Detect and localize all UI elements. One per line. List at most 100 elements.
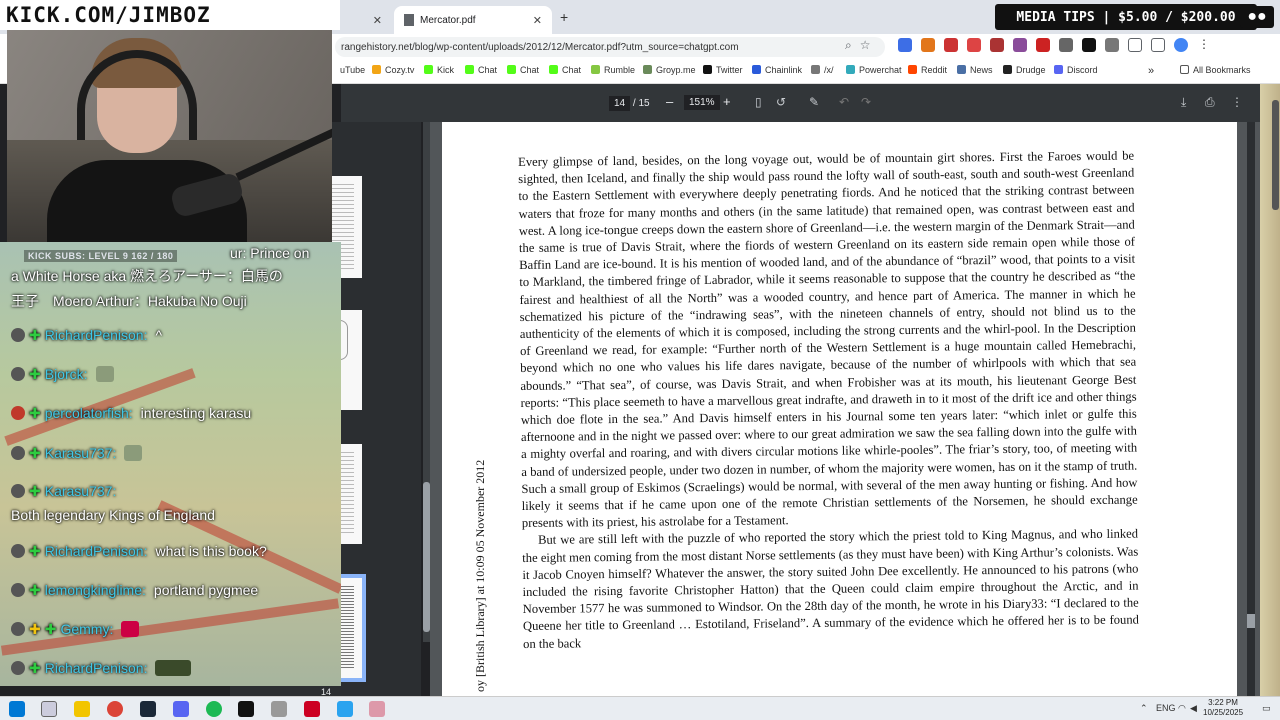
bookmark-item[interactable]: News: [957, 65, 993, 75]
chat-username[interactable]: RichardPenison:: [45, 327, 148, 343]
app-icon[interactable]: [304, 701, 320, 717]
scrollbar-thumb[interactable]: [423, 482, 430, 632]
undo-icon[interactable]: ↶: [839, 95, 849, 109]
task-view-icon[interactable]: [41, 701, 57, 717]
chrome-icon[interactable]: [107, 701, 123, 717]
chat-username[interactable]: Karasu737:: [45, 483, 117, 499]
chat-username[interactable]: Karasu737:: [45, 445, 117, 461]
bookmarks-overflow-icon[interactable]: »: [1148, 65, 1154, 77]
paragraph: Every glimpse of land, besides, on the l…: [518, 148, 1138, 531]
bookmark-item[interactable]: Chainlink: [752, 65, 802, 75]
app-icon[interactable]: [271, 701, 287, 717]
paragraph: But we are still left with the puzzle of…: [522, 526, 1139, 651]
extension-icon[interactable]: [990, 38, 1004, 52]
discord-icon[interactable]: [173, 701, 189, 717]
language-indicator[interactable]: ENG: [1156, 703, 1176, 713]
chat-username[interactable]: percolatorfish:: [45, 405, 133, 421]
extension-icon[interactable]: [898, 38, 912, 52]
pdf-viewer: oy [British Library] at 10:09 05 Novembe…: [430, 122, 1260, 696]
cozy-icon: [372, 65, 381, 74]
extension-icon[interactable]: [944, 38, 958, 52]
new-tab-button[interactable]: +: [560, 9, 568, 25]
bookmark-item[interactable]: Discord: [1054, 65, 1098, 75]
tab-title: Mercator.pdf: [420, 14, 476, 26]
bookmark-item[interactable]: Reddit: [908, 65, 947, 75]
sidepanel-icon[interactable]: [1128, 38, 1142, 52]
page-scrollbar[interactable]: [1272, 100, 1279, 210]
bookmark-item[interactable]: uTube: [340, 65, 365, 75]
steam-icon[interactable]: [140, 701, 156, 717]
puzzle-icon[interactable]: [1105, 38, 1119, 52]
pdf-page: oy [British Library] at 10:09 05 Novembe…: [442, 122, 1237, 696]
file-explorer-icon[interactable]: [74, 701, 90, 717]
address-bar[interactable]: rangehistory.net/blog/wp-content/uploads…: [335, 37, 885, 57]
chat-username[interactable]: Bjorck:: [45, 366, 88, 382]
extension-icon[interactable]: [1059, 38, 1073, 52]
volume-icon[interactable]: ◀: [1190, 703, 1197, 714]
x-extension-icon[interactable]: [1082, 38, 1096, 52]
extension-icon[interactable]: [967, 38, 981, 52]
telegram-icon[interactable]: [337, 701, 353, 717]
bookmark-item[interactable]: Cozy.tv: [372, 65, 414, 75]
bookmark-item[interactable]: Chat: [507, 65, 539, 75]
tray-chevron-icon[interactable]: ⌃: [1140, 703, 1148, 714]
menu-kebab-icon[interactable]: ⋮: [1197, 38, 1211, 52]
sub-badge-icon: ✚: [29, 483, 41, 499]
redo-icon[interactable]: ↷: [861, 95, 871, 109]
all-bookmarks-folder[interactable]: All Bookmarks: [1180, 65, 1251, 75]
zoom-icon[interactable]: ⌕: [845, 38, 852, 53]
close-tab-icon[interactable]: ✕: [533, 14, 542, 27]
terminal-icon[interactable]: [238, 701, 254, 717]
page-indicator: 14 / 15: [609, 96, 650, 111]
bookmark-item[interactable]: Chat: [465, 65, 497, 75]
system-clock[interactable]: 3:22 PM 10/25/2025: [1203, 698, 1243, 718]
download-icon[interactable]: [1151, 38, 1165, 52]
page-number-input[interactable]: 14: [609, 96, 631, 111]
sub-badge-icon: ✚: [44, 621, 57, 637]
drudge-icon: [1003, 65, 1012, 74]
annotate-icon[interactable]: ✎: [809, 95, 819, 109]
bookmark-item[interactable]: Powerchat: [846, 65, 902, 75]
zoom-level-input[interactable]: 151%: [684, 95, 720, 110]
chat-username[interactable]: RichardPenison:: [45, 660, 148, 676]
metamask-icon[interactable]: [921, 38, 935, 52]
zoom-out-button[interactable]: –: [666, 94, 673, 109]
close-tab-icon[interactable]: ✕: [373, 14, 382, 27]
chat-username[interactable]: lemongkinglime:: [45, 582, 146, 598]
chat-username[interactable]: RichardPenison:: [45, 543, 148, 559]
download-icon[interactable]: ⤓: [1181, 95, 1186, 110]
print-icon[interactable]: ⎙: [1205, 95, 1215, 110]
browser-tab-mercator[interactable]: Mercator.pdf ✕: [394, 6, 552, 34]
more-options-icon[interactable]: ⋮: [1231, 95, 1243, 109]
thumbnail-scrollbar[interactable]: [423, 122, 430, 642]
pdf-scrollbar[interactable]: [1247, 122, 1255, 696]
zoom-in-button[interactable]: +: [723, 94, 731, 109]
spotify-icon[interactable]: [206, 701, 222, 717]
profile-avatar[interactable]: [1174, 38, 1188, 52]
folder-icon: [1180, 65, 1189, 74]
extension-icon[interactable]: [1013, 38, 1027, 52]
bookmark-item[interactable]: Groyp.me: [643, 65, 696, 75]
wifi-icon[interactable]: ◠: [1178, 703, 1186, 714]
fit-page-icon[interactable]: ▯: [755, 95, 762, 109]
sub-badge-icon: ✚: [29, 405, 41, 421]
rotate-icon[interactable]: ↺: [776, 95, 786, 109]
chat-username[interactable]: Gemmy:: [60, 621, 113, 637]
chat-message: ✚ RichardPenison: what is this book?: [11, 543, 267, 560]
bookmark-item[interactable]: Rumble: [591, 65, 635, 75]
discord-icon: [1054, 65, 1063, 74]
bookmark-item[interactable]: /x/: [811, 65, 834, 75]
user-badge-icon: [11, 583, 25, 597]
bookmark-item[interactable]: Drudge: [1003, 65, 1046, 75]
browser-tab-previous[interactable]: ✕: [340, 6, 392, 34]
bookmark-item[interactable]: Twitter: [703, 65, 743, 75]
scrollbar-thumb[interactable]: [1247, 614, 1255, 628]
extension-icon[interactable]: [1036, 38, 1050, 52]
app-icon[interactable]: [369, 701, 385, 717]
notification-icon[interactable]: ▭: [1262, 703, 1271, 714]
bookmark-star-icon[interactable]: ☆: [860, 38, 871, 53]
bookmark-item[interactable]: Chat: [549, 65, 581, 75]
bookmark-item[interactable]: Kick: [424, 65, 454, 75]
windows-start-icon[interactable]: [9, 701, 25, 717]
chat-message: ✚ RichardPenison:: [11, 660, 192, 677]
